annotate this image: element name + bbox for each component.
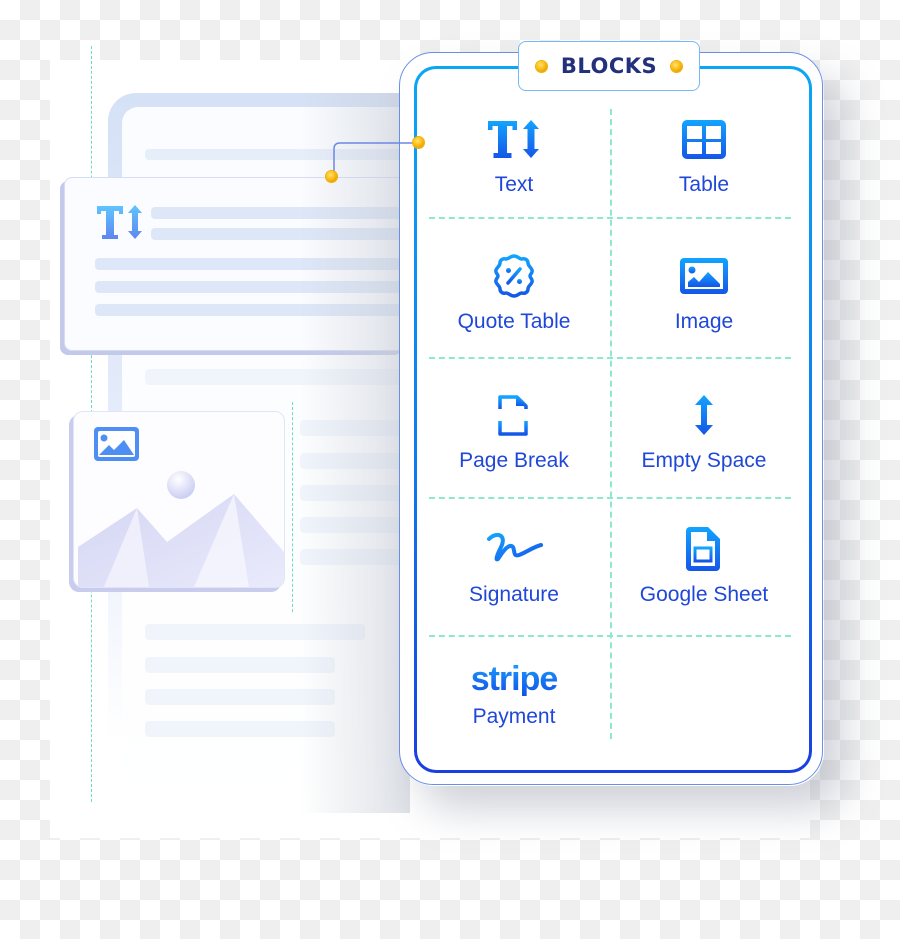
connector-dot (413, 137, 424, 148)
block-signature[interactable]: Signature (419, 525, 609, 655)
block-label: Quote Table (457, 310, 571, 333)
block-label: Google Sheet (639, 583, 769, 606)
panel-header: BLOCKS (518, 41, 700, 91)
block-image[interactable]: Image (609, 252, 799, 382)
block-label: Empty Space (641, 449, 767, 472)
image-block-card (73, 411, 285, 588)
block-google-sheet[interactable]: Google Sheet (609, 525, 799, 655)
block-text[interactable]: Text (419, 115, 609, 245)
text-size-icon (486, 115, 542, 163)
mountain-illustration (78, 427, 284, 587)
text-size-icon (95, 203, 145, 247)
percent-badge-icon (490, 252, 538, 300)
image-icon (678, 252, 730, 300)
title-dot (535, 60, 547, 72)
block-label: Image (674, 310, 734, 333)
connector-dot (326, 171, 337, 182)
block-label: Payment (472, 705, 556, 728)
block-empty-space[interactable]: Empty Space (609, 391, 799, 521)
signature-icon (483, 525, 545, 573)
spreadsheet-icon (684, 525, 724, 573)
block-quote-table[interactable]: Quote Table (419, 252, 609, 382)
page-break-icon (489, 391, 539, 439)
vertical-arrows-icon (689, 391, 719, 439)
block-payment[interactable]: stripe Payment (419, 659, 609, 789)
table-icon (680, 115, 728, 163)
block-label: Text (494, 173, 534, 196)
block-label: Signature (469, 583, 559, 606)
stripe-logo: stripe (470, 660, 559, 698)
block-label: Table (678, 173, 730, 196)
document-shadow-fade (300, 93, 410, 813)
title-dot (671, 60, 683, 72)
block-page-break[interactable]: Page Break (419, 391, 609, 521)
alignment-guide-line (292, 402, 293, 612)
block-table[interactable]: Table (609, 115, 799, 245)
panel-title: BLOCKS (560, 54, 658, 78)
blocks-panel-body: Text Table Quote Table Image Page Break … (417, 69, 809, 770)
block-label: Page Break (459, 449, 569, 472)
blocks-panel-frame: Text Table Quote Table Image Page Break … (414, 66, 812, 773)
